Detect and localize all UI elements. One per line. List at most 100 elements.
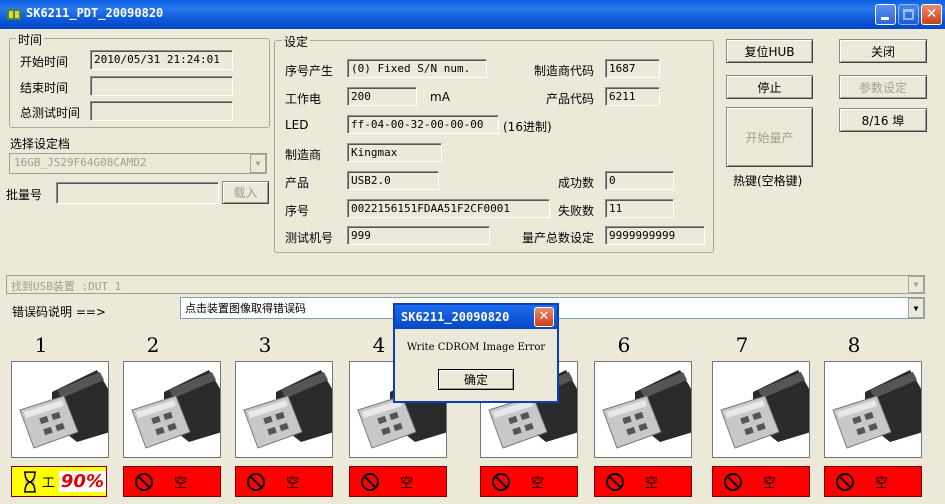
manufacturer-field: Kingmax	[347, 143, 442, 162]
time-group-title: 时间	[16, 31, 45, 48]
app-icon	[7, 9, 21, 20]
slot-status-text: 空	[174, 476, 188, 491]
slot-number: 3	[258, 333, 272, 357]
usb-drive-image[interactable]	[235, 361, 333, 458]
tester-field: 999	[347, 226, 490, 245]
stop-button[interactable]: 停止	[726, 75, 813, 99]
total-count-field: 9999999999	[605, 226, 705, 245]
ban-icon	[247, 472, 265, 491]
batch-input[interactable]	[56, 182, 219, 204]
slot-status: 空	[480, 466, 578, 497]
usb-drive-image[interactable]	[123, 361, 221, 458]
slot-status-text: 空	[400, 476, 414, 491]
product-label: 产品	[285, 176, 310, 190]
vendor-code-label: 制造商代码	[534, 64, 595, 78]
tester-label: 测试机号	[285, 231, 334, 245]
total-time-label: 总测试时间	[20, 106, 81, 120]
settings-file-label: 选择设定档	[10, 137, 71, 151]
settings-group-title: 设定	[282, 33, 311, 50]
ban-icon	[135, 472, 153, 491]
slot-status: 空	[123, 466, 221, 497]
usb-drive-icon	[832, 370, 921, 449]
current-label: 工作电	[285, 92, 322, 106]
batch-label: 批量号	[6, 188, 43, 202]
chevron-down-icon: ▼	[250, 154, 266, 173]
slot-status-text: 空	[763, 476, 777, 491]
ports-button[interactable]: 8/16 埠	[839, 108, 927, 132]
ban-icon	[724, 472, 742, 491]
ban-icon	[606, 472, 624, 491]
product-field: USB2.0	[347, 171, 439, 190]
settings-file-value: 16GB_JS29F64G08CAMD2	[14, 156, 147, 169]
slot-number: 1	[34, 333, 48, 357]
manufacturer-label: 制造商	[285, 148, 322, 162]
error-code-value: 点击装置图像取得错误码	[185, 302, 306, 315]
usb-drive-icon	[602, 370, 691, 449]
dialog-close-button[interactable]: ✕	[534, 307, 554, 327]
load-button[interactable]: 载入	[222, 181, 269, 204]
led-hex-label: (16进制)	[503, 120, 552, 134]
slot-status-text: 工	[41, 476, 55, 491]
slot-status: 空	[349, 466, 447, 497]
product-code-field: 6211	[605, 87, 660, 106]
led-field: ff-04-00-32-00-00-00	[347, 115, 499, 134]
hotkey-label: 热键(空格键)	[733, 174, 803, 188]
start-time-field: 2010/05/31 21:24:01	[90, 50, 233, 70]
minimize-button[interactable]	[875, 4, 896, 25]
error-dialog: SK6211_20090820 ✕ Write CDROM Image Erro…	[393, 303, 559, 403]
current-unit: mA	[430, 90, 450, 104]
vendor-code-field: 1687	[605, 59, 660, 78]
total-count-label: 量产总数设定	[522, 231, 595, 245]
usb-drive-image[interactable]	[11, 361, 109, 458]
success-label: 成功数	[558, 176, 595, 190]
fail-label: 失败数	[558, 204, 595, 218]
slot-number: 7	[735, 333, 749, 357]
close-button[interactable]: 关闭	[839, 39, 927, 63]
usb-device-value: 找到USB装置 :DUT 1	[11, 280, 122, 293]
slot-status: 工 90%	[11, 466, 107, 497]
usb-drive-icon	[720, 370, 809, 449]
usb-drive-image[interactable]	[824, 361, 922, 458]
close-icon: ✕	[538, 309, 550, 324]
usb-drive-icon	[131, 370, 220, 449]
slot-status-text: 空	[875, 476, 889, 491]
dialog-ok-button[interactable]: 确定	[438, 369, 514, 390]
dialog-message: Write CDROM Image Error	[406, 342, 546, 353]
fail-field: 11	[605, 199, 674, 218]
slot-number: 6	[617, 333, 631, 357]
error-code-label: 错误码说明 ==>	[12, 305, 106, 319]
close-icon: ✕	[925, 6, 938, 22]
serial-field: 0022156151FDAA51F2CF0001	[347, 199, 550, 218]
product-code-label: 产品代码	[546, 92, 595, 106]
slot-status: 空	[712, 466, 810, 497]
slot-status: 空	[235, 466, 333, 497]
settings-file-select[interactable]: 16GB_JS29F64G08CAMD2 ▼	[9, 153, 267, 174]
serial-gen-field: (0) Fixed S/N num.	[347, 59, 487, 78]
start-production-button[interactable]: 开始量产	[726, 107, 813, 167]
slot-status-text: 空	[531, 476, 545, 491]
slot-status: 空	[824, 466, 922, 497]
usb-drive-icon	[243, 370, 332, 449]
total-time-field	[90, 101, 233, 121]
window-title: SK6211_PDT_20090820	[26, 6, 164, 20]
slot-status-text: 空	[645, 476, 659, 491]
ban-icon	[836, 472, 854, 491]
param-settings-button[interactable]: 参数设定	[839, 75, 927, 99]
reset-hub-button[interactable]: 复位HUB	[726, 39, 813, 63]
end-time-field	[90, 76, 233, 96]
maximize-button[interactable]	[898, 4, 919, 25]
end-time-label: 结束时间	[20, 81, 69, 95]
slot-number: 2	[146, 333, 160, 357]
usb-device-select[interactable]: 找到USB装置 :DUT 1 ▼	[6, 275, 925, 294]
hourglass-icon	[23, 470, 36, 493]
usb-drive-image[interactable]	[712, 361, 810, 458]
close-window-button[interactable]: ✕	[921, 4, 942, 25]
led-label: LED	[285, 118, 309, 132]
slot-status-text: 空	[286, 476, 300, 491]
current-field: 200	[347, 87, 417, 106]
ban-icon	[492, 472, 510, 491]
serial-gen-label: 序号产生	[285, 64, 334, 78]
usb-drive-image[interactable]	[594, 361, 692, 458]
dialog-title: SK6211_20090820	[401, 310, 510, 324]
chevron-down-icon: ▼	[908, 298, 924, 318]
